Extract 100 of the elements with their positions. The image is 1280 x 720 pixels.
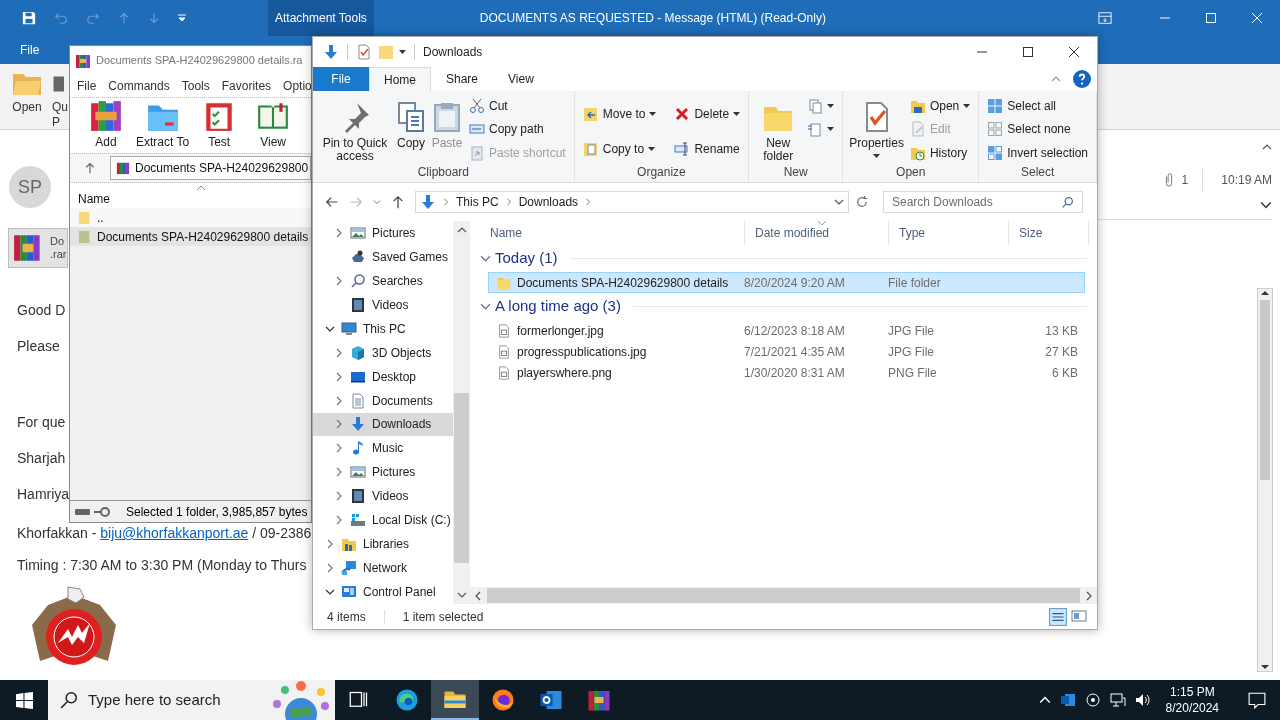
breadcrumb[interactable]: Downloads <box>518 193 579 211</box>
ribbon-tab[interactable]: Home <box>369 67 431 91</box>
ribbon-button[interactable]: Cut <box>467 95 568 117</box>
nav-item[interactable]: 3D Objects <box>313 340 453 365</box>
file-row[interactable]: Documents SPA-H24029629800 details 8/20/2024 9:20 AM File folder <box>488 272 1085 293</box>
ribbon-button[interactable]: Qu P <box>52 72 68 130</box>
group-header[interactable]: Today (1) <box>495 247 558 270</box>
nav-item[interactable]: Music <box>313 436 453 461</box>
copy-icon <box>395 101 427 133</box>
undo-icon[interactable] <box>54 11 68 25</box>
nav-item[interactable]: Videos <box>313 292 453 317</box>
group-label: Clipboard <box>416 165 471 181</box>
nav-item[interactable]: Searches <box>313 268 453 293</box>
tiles-view-icon[interactable] <box>1071 607 1087 624</box>
address-bar[interactable]: This PC Downloads <box>415 191 849 213</box>
column-header[interactable]: Type <box>889 221 1009 245</box>
caret-icon <box>827 104 835 108</box>
file-row[interactable]: .. <box>70 208 311 227</box>
toolbar-button[interactable]: View <box>249 99 298 151</box>
ribbon-button[interactable]: Invert selection <box>985 141 1090 164</box>
ribbon-tab[interactable]: View <box>493 67 549 91</box>
customize-icon[interactable] <box>178 14 186 22</box>
size-cell-text: 13 KB <box>1044 322 1078 340</box>
properties-icon <box>356 44 372 60</box>
folder-icon <box>78 229 92 244</box>
file-row[interactable]: progresspublications.jpg 7/21/2021 4:35 AM JPG File 27 KB <box>488 341 1085 362</box>
menu-item[interactable]: Tools <box>181 77 210 95</box>
file-tab[interactable]: File <box>20 41 40 59</box>
up-arrow-icon[interactable] <box>391 195 405 209</box>
ribbon-button[interactable]: Properties <box>849 95 904 165</box>
chevron-icon <box>334 491 344 502</box>
nav-item[interactable]: Videos <box>313 484 453 509</box>
taskbar-app[interactable] <box>431 680 479 720</box>
new-item-icon <box>807 98 824 114</box>
nav-item[interactable]: Downloads <box>313 412 453 437</box>
toolbar-button[interactable]: Test <box>195 99 244 151</box>
attachment-tile[interactable]: Do .rar <box>8 228 68 268</box>
ribbon-button[interactable]: Copy path <box>467 118 568 141</box>
file-row[interactable]: playerswhere.png 1/30/2020 8:31 AM PNG File 6 KB <box>488 362 1085 383</box>
file-row[interactable]: Documents SPA-H24029629800 details <box>70 227 311 246</box>
ribbon-button[interactable]: Select all <box>985 95 1090 117</box>
nav-item[interactable]: Pictures <box>313 460 453 485</box>
ribbon-button[interactable]: Move to <box>580 103 659 125</box>
selection-count: 1 item selected <box>402 608 484 626</box>
column-header[interactable]: Size <box>1009 221 1089 245</box>
refresh-icon[interactable] <box>855 195 869 209</box>
nav-item[interactable]: Documents <box>313 388 453 413</box>
file-row[interactable]: formerlonger.jpg 6/12/2023 8:18 AM JPG File 13 KB <box>488 320 1085 341</box>
nav-item[interactable]: Network <box>313 556 453 581</box>
nav-item[interactable]: Control Panel <box>313 580 453 604</box>
clock[interactable]: 1:15 PM 8/20/2024 <box>1159 684 1225 716</box>
nav-item[interactable]: Libraries <box>313 532 453 557</box>
menu-item[interactable]: File <box>77 77 97 95</box>
email-link[interactable]: biju@khorfakkanport.ae <box>100 525 249 541</box>
ribbon-button[interactable]: Select none <box>985 118 1090 141</box>
search-field[interactable]: Search Downloads <box>883 191 1083 213</box>
ribbon-button[interactable]: Delete <box>672 103 743 125</box>
nav-item[interactable]: This PC <box>313 316 453 341</box>
nav-item[interactable]: Local Disk (C:) <box>313 508 453 533</box>
details-view-icon[interactable] <box>1049 607 1067 626</box>
breadcrumb[interactable]: This PC <box>456 193 499 211</box>
redo-icon[interactable] <box>86 11 100 25</box>
back-arrow-icon[interactable] <box>325 195 339 209</box>
ribbon-button[interactable]: Copy to <box>580 137 659 160</box>
ribbon-button[interactable]: New folder <box>755 95 802 165</box>
music-note-icon <box>350 440 366 457</box>
ribbon-display-icon[interactable] <box>1098 11 1112 25</box>
menu-item[interactable]: Optio <box>283 77 311 95</box>
ribbon-button[interactable]: Copy <box>395 95 427 165</box>
path-field[interactable]: Documents SPA-H24029629800 <box>110 156 311 180</box>
toolbar-button[interactable]: Extract To <box>136 99 190 151</box>
group-header[interactable]: A long time ago (3) <box>495 295 621 318</box>
menu-item[interactable]: Commands <box>108 77 170 95</box>
document-icon <box>350 392 366 409</box>
nav-item[interactable]: Saved Games <box>313 244 453 269</box>
ribbon-button[interactable]: Pin to Quick access <box>319 95 391 165</box>
select-none-icon <box>987 121 1004 138</box>
search-icon <box>350 272 366 289</box>
scrollbar[interactable] <box>1257 288 1273 672</box>
column-header[interactable]: Date modified <box>745 221 889 245</box>
column-header[interactable]: Name <box>480 221 745 245</box>
ribbon-tab[interactable]: Share <box>431 67 494 91</box>
scrollbar[interactable] <box>453 221 470 604</box>
save-icon[interactable] <box>22 11 36 25</box>
ribbon-button[interactable]: History <box>907 141 973 164</box>
taskbar-search-field[interactable]: Type here to search <box>48 680 335 720</box>
date-cell-text: 7/21/2021 4:35 AM <box>744 343 846 361</box>
ribbon-tab[interactable]: File <box>313 67 369 91</box>
toolbar-button[interactable]: Add <box>82 99 130 151</box>
help-icon[interactable] <box>1073 70 1091 88</box>
ribbon-button[interactable]: Rename <box>672 137 743 160</box>
horizontal-scrollbar[interactable] <box>470 587 1097 604</box>
nav-item[interactable]: Pictures <box>313 221 453 245</box>
ribbon-button[interactable]: Open <box>12 72 42 115</box>
folder-icon <box>378 44 394 60</box>
forward-arrow-icon[interactable] <box>349 195 363 209</box>
ribbon-button[interactable]: Open <box>907 95 973 117</box>
nav-item[interactable]: Desktop <box>313 364 453 389</box>
menu-item[interactable]: Favorites <box>221 77 272 95</box>
body-text: Hamriya <box>17 486 70 502</box>
